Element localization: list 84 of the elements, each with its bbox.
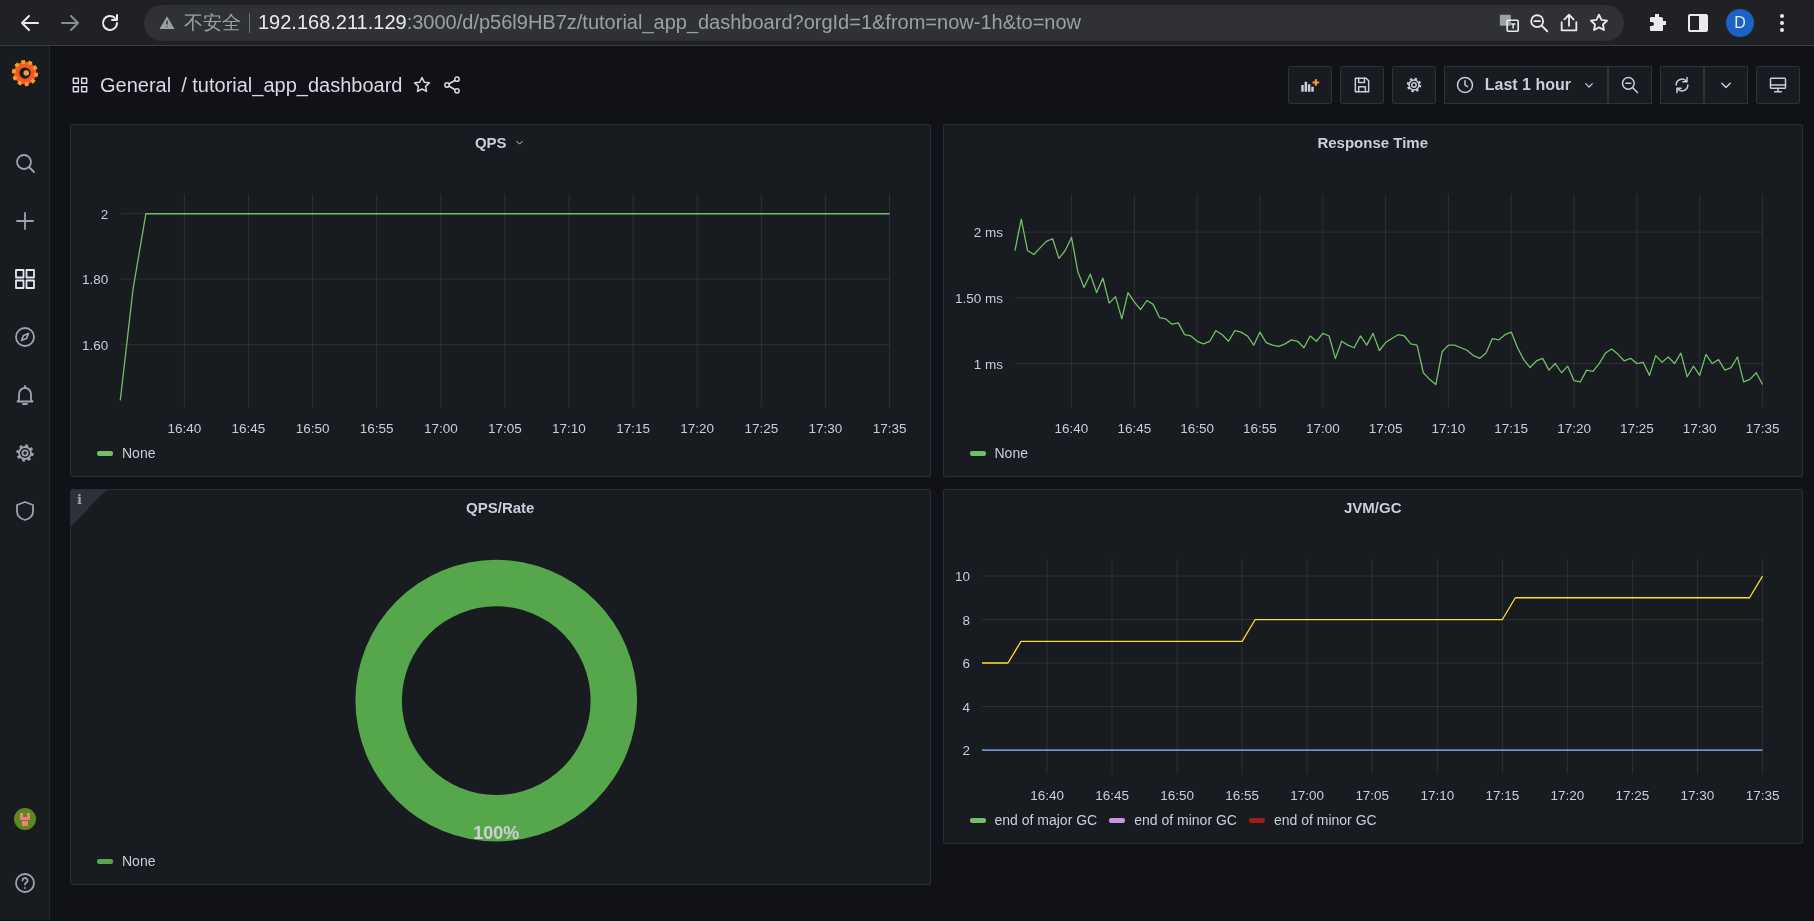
legend-label[interactable]: None: [122, 445, 156, 461]
axis-label: 17:30: [1682, 420, 1717, 436]
legend-label[interactable]: None: [122, 853, 156, 869]
monitor-icon: [1768, 75, 1788, 95]
axis-label: 16:45: [231, 420, 266, 436]
axis-label: 2 ms: [973, 225, 1003, 241]
axis-label: 17:15: [1493, 420, 1528, 436]
axis-label: 1 ms: [973, 356, 1003, 372]
axis-label: 17:35: [1745, 787, 1779, 803]
zoom-out-icon: [1620, 75, 1640, 95]
axis-label: 17:05: [1368, 420, 1402, 436]
refresh-button[interactable]: [1660, 66, 1704, 104]
axis-label: 17:30: [1680, 787, 1714, 803]
axis-label: 16:40: [1029, 787, 1064, 803]
axis-label: 16:45: [1116, 420, 1151, 436]
view-mode-button[interactable]: [1756, 66, 1800, 104]
axis-label: 17:10: [552, 420, 586, 436]
axis-label: 17:00: [1305, 420, 1340, 436]
panel-title[interactable]: Response Time: [1317, 133, 1429, 151]
axis-label: 2: [100, 206, 109, 222]
security-label: 不安全: [184, 12, 250, 33]
save-button[interactable]: [1339, 66, 1384, 104]
axis-label: 16:40: [1054, 420, 1088, 436]
info-label: i: [77, 492, 82, 507]
url-text: 192.168.211.129:3000/d/p56l9HB7z/tutorial_app_dashboard?orgId=1&from=now-1h&to=now: [258, 11, 1082, 34]
axis-label: 17:00: [1289, 787, 1324, 803]
axis-label: 17:00: [423, 420, 458, 436]
axis-label: 17:15: [1484, 787, 1519, 803]
address-bar[interactable]: 不安全 192.168.211.129:3000/d/p56l9HB7z/tutorial_app_dashboard?orgId=1&from=now-1h&to=now: [144, 4, 1624, 41]
axis-label: 17:30: [808, 420, 843, 436]
legend-label[interactable]: end of major GC: [994, 812, 1098, 828]
star-icon[interactable]: [412, 75, 433, 95]
axis-label: 16:55: [1224, 787, 1259, 803]
add-panel-button[interactable]: [1287, 66, 1332, 104]
axis-label: 17:15: [616, 420, 650, 436]
zoom-out-icon[interactable]: [1528, 11, 1550, 34]
axis-label: 17:25: [744, 420, 779, 436]
axis-label: 17:10: [1431, 420, 1465, 436]
refresh-icon: [1672, 75, 1692, 95]
axis-label: 17:20: [1550, 787, 1584, 803]
axis-label: 6: [962, 656, 970, 671]
time-range-label: Last 1 hour: [1484, 76, 1571, 94]
legend-label[interactable]: end of minor GC: [1273, 812, 1377, 828]
axis-label: 2: [962, 743, 970, 758]
settings-button[interactable]: [1391, 66, 1436, 104]
axis-label: 1.60: [82, 337, 109, 353]
share-icon[interactable]: [1558, 11, 1580, 34]
legend-label[interactable]: end of minor GC: [1134, 812, 1237, 828]
axis-label: 17:20: [680, 420, 715, 436]
star-icon[interactable]: [1588, 11, 1610, 34]
folder-link[interactable]: General: [100, 73, 172, 97]
axis-label: 16:50: [1179, 420, 1214, 436]
axis-label: 1.50 ms: [954, 290, 1003, 306]
axis-label: 16:50: [295, 420, 330, 436]
axis-label: 17:25: [1619, 420, 1654, 436]
axis-label: 17:05: [488, 420, 522, 436]
axis-label: 17:10: [1419, 787, 1454, 803]
axis-label: 17:25: [1615, 787, 1649, 803]
zoom-out-button[interactable]: [1608, 66, 1652, 104]
axis-label: 17:20: [1556, 420, 1591, 436]
value-label: 100%: [473, 823, 520, 844]
panel-title[interactable]: QPS/Rate: [466, 498, 535, 516]
axis-label: 16:45: [1094, 787, 1129, 803]
axis-label: 1.80: [82, 272, 109, 288]
axis-label: 16:55: [359, 420, 394, 436]
clock-icon: [1454, 75, 1475, 95]
axis-label: 16:55: [1242, 420, 1277, 436]
axis-label: 17:35: [872, 420, 907, 436]
axis-label: 16:40: [167, 420, 202, 436]
axis-label: 16:50: [1159, 787, 1194, 803]
dashboards-icon: [70, 75, 90, 95]
time-range-picker[interactable]: Last 1 hour: [1443, 66, 1608, 104]
panel-title[interactable]: JVM/GC: [1344, 498, 1402, 516]
info-corner[interactable]: i: [71, 490, 107, 526]
axis-label: 8: [962, 612, 970, 628]
axis-label: 4: [962, 699, 970, 715]
share-icon[interactable]: [442, 75, 463, 95]
axis-label: 10: [954, 569, 970, 584]
dashboard-title: / tutorial_app_dashboard: [181, 73, 403, 97]
axis-label: 17:35: [1745, 420, 1779, 436]
axis-label: 17:05: [1354, 787, 1389, 803]
legend-label[interactable]: None: [994, 445, 1028, 461]
profile-avatar[interactable]: D: [1726, 8, 1754, 37]
panel-title[interactable]: QPS: [474, 133, 507, 151]
